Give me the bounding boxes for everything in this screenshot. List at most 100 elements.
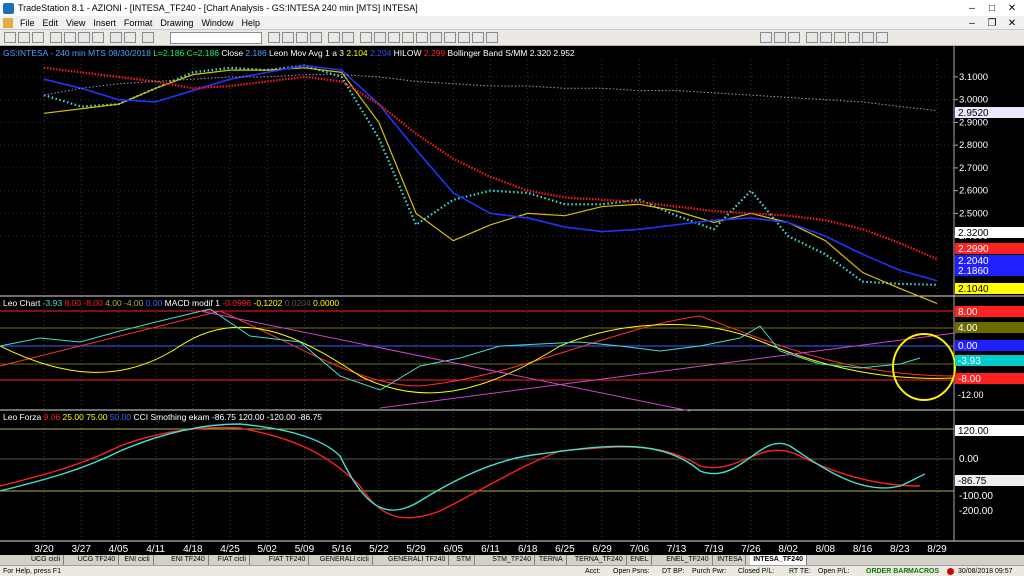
tab-eni-cicli[interactable]: ENI cicli [121,555,154,565]
leo-badge-value: 4.00 [958,323,978,334]
forza-header-item: 25.00 [63,412,87,422]
tab-fiat-cicli[interactable]: FIAT cicli [215,555,250,565]
rectangle-tool-icon[interactable] [430,32,442,43]
circle-icon[interactable] [848,32,860,43]
strategy-icon[interactable] [310,32,322,43]
order-bar-button[interactable]: ORDER BAR [866,567,908,576]
fibonacci-tool-icon[interactable] [444,32,456,43]
leo-header-item: -3.93 [43,298,65,308]
new-icon[interactable] [4,32,16,43]
menu-file[interactable]: File [16,18,39,28]
time-axis-label: 4/11 [146,544,165,555]
workspace-tabs: UCG cicli UCG TF240 ENI cicli ENI TF240 FIAT… [0,555,1024,565]
symbol-icon[interactable] [142,32,154,43]
forza-axis-label: 120.00 [958,426,989,437]
price-badge-value: 2.9520 [958,108,989,119]
tab-enel-tf240[interactable]: ENEL_TF240 [663,555,713,565]
square-icon[interactable] [862,32,874,43]
menu-edit[interactable]: Edit [39,18,63,28]
chart-analysis-area[interactable]: GS:INTESA - 240 min MTS 08/30/2018 L=2.1… [0,46,1024,555]
tab-intesa-tf240[interactable]: INTESA_TF240 [750,555,807,565]
macros-button[interactable]: MACROS [908,567,939,576]
tab-generali-cicli[interactable]: GENERALI cicli [317,555,373,565]
tab-intesa[interactable]: INTESA [714,555,747,565]
leo-forza-header: Leo Forza 9.06 25.00 75.00 50.00 CCI Smo… [3,412,322,422]
time-axis-label: 6/25 [555,544,575,555]
menu-format[interactable]: Format [120,18,157,28]
status-closed-pl: Closed P/L: [738,568,775,575]
indicator-icon[interactable] [296,32,308,43]
tab-generali-tf240[interactable]: GENERALI TF240 [385,555,450,565]
alert-icon[interactable] [806,32,818,43]
tab-ucg-tf240[interactable]: UCG TF240 [75,555,120,565]
price-axis-label: 2.6000 [959,186,988,197]
time-axis-label: 5/22 [369,544,389,555]
status-bar: For Help, press F1 Acct: Open Psns: DT B… [0,565,1024,576]
record-icon[interactable] [834,32,846,43]
undo-icon[interactable] [110,32,122,43]
time-axis-label: 5/09 [295,544,315,555]
ellipse-tool-icon[interactable] [416,32,428,43]
leo-header-item: -0.1202 [254,298,285,308]
interval-icon[interactable] [268,32,280,43]
child-close-icon[interactable]: ✕ [1002,15,1022,31]
time-axis-label: 5/02 [258,544,278,555]
menu-view[interactable]: View [62,18,89,28]
time-axis-label: 3/27 [71,544,91,555]
price-axis-label: 2.9000 [959,117,988,128]
price-header-item: 2.204 [370,48,394,58]
color-tool-icon[interactable] [760,32,772,43]
horizontal-line-icon[interactable] [388,32,400,43]
tab-stm[interactable]: STM [453,555,475,565]
price-header-item: HILOW [394,48,424,58]
tab-terna[interactable]: TERNA [536,555,567,565]
status-rt-te: RT TE: [789,568,811,575]
tradestation-window: TradeStation 8.1 - AZIONI - [INTESA_TF24… [0,0,1024,576]
open-icon[interactable] [18,32,30,43]
time-axis-label: 7/06 [630,544,650,555]
leo-header-item: 0.0000 [313,298,339,308]
menu-drawing[interactable]: Drawing [156,18,197,28]
trendline-icon[interactable] [374,32,386,43]
leo-chart-header: Leo Chart -3.93 8.00 -8.00 4.00 -4.00 0.… [3,298,339,308]
tab-eni-tf240[interactable]: ENI TF240 [168,555,209,565]
leo-badge-value: 0.00 [958,341,978,352]
time-axis-label: 8/16 [853,544,873,555]
line-style-icon[interactable] [774,32,786,43]
copy-icon[interactable] [78,32,90,43]
maximize-icon[interactable]: □ [982,0,1002,16]
tab-stm-tf240[interactable]: STM_TF240 [489,555,536,565]
minimize-icon[interactable]: – [962,0,982,16]
text-tool-icon[interactable] [402,32,414,43]
paste-icon[interactable] [92,32,104,43]
arrow-tool-icon[interactable] [472,32,484,43]
child-minimize-icon[interactable]: – [962,15,982,31]
line-weight-icon[interactable] [788,32,800,43]
child-restore-icon[interactable]: ❐ [982,15,1002,31]
zoom-out-icon[interactable] [342,32,354,43]
time-axis-label: 7/19 [704,544,724,555]
channel-tool-icon[interactable] [458,32,470,43]
cut-icon[interactable] [64,32,76,43]
stop-icon[interactable] [820,32,832,43]
print-icon[interactable] [50,32,62,43]
close-icon[interactable]: ✕ [1002,0,1022,16]
menu-window[interactable]: Window [197,18,237,28]
save-icon[interactable] [32,32,44,43]
connection-status-icon [947,568,954,575]
delete-drawing-icon[interactable] [486,32,498,43]
symbol-input[interactable] [170,32,262,44]
pointer-icon[interactable] [360,32,372,43]
bar-type-icon[interactable] [282,32,294,43]
grid-icon[interactable] [876,32,888,43]
menu-insert[interactable]: Insert [89,18,120,28]
help-icon[interactable] [124,32,136,43]
menu-help[interactable]: Help [237,18,264,28]
zoom-in-icon[interactable] [328,32,340,43]
tab-enel[interactable]: ENEL [627,555,653,565]
time-axis-label: 4/05 [109,544,129,555]
chart-window-icon[interactable] [3,17,13,28]
tab-terna-tf240[interactable]: TERNA_TF240 [572,555,627,565]
tab-fiat-tf240[interactable]: FIAT TF240 [266,555,310,565]
tab-ucg-cicli[interactable]: UCG cicli [28,555,65,565]
